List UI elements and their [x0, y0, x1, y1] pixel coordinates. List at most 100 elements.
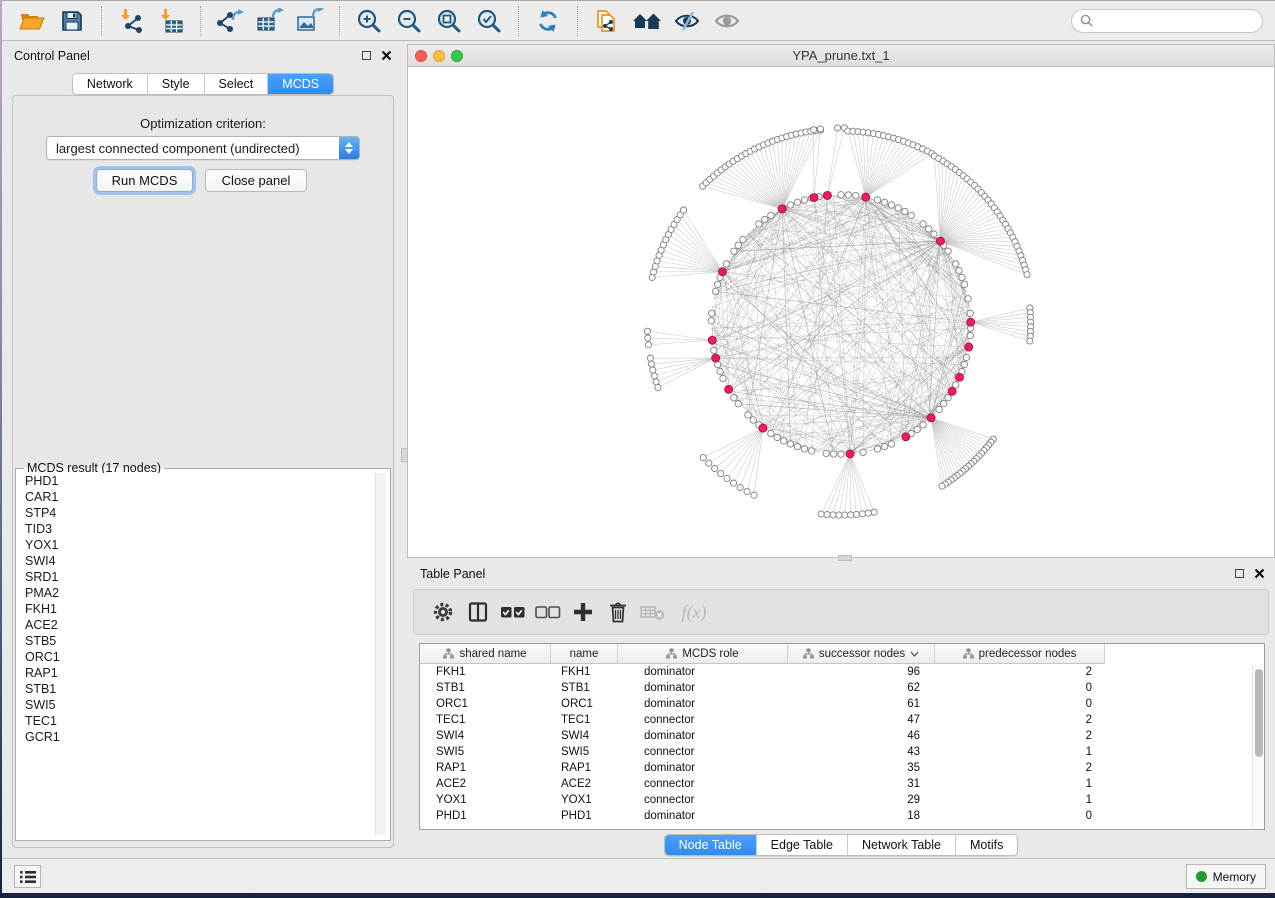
open-file-button[interactable] [17, 6, 47, 36]
network-node[interactable] [647, 355, 653, 361]
clear-table-button[interactable] [640, 599, 666, 625]
network-node[interactable] [744, 488, 750, 494]
network-node[interactable] [781, 438, 787, 444]
mcds-result-item[interactable]: STB1 [20, 681, 386, 697]
table-row[interactable]: FKH1FKH1dominator962 [420, 664, 1264, 680]
mcds-result-item[interactable]: FKH1 [20, 601, 386, 617]
network-node[interactable] [706, 460, 712, 466]
show-panels-button[interactable] [712, 6, 742, 36]
network-node[interactable] [848, 512, 854, 518]
network-node[interactable] [860, 449, 866, 455]
network-node[interactable] [737, 484, 743, 490]
mcds-result-item[interactable]: PHD1 [20, 473, 386, 489]
network-node[interactable] [653, 379, 659, 385]
export-network-button[interactable] [215, 6, 245, 36]
mcds-result-item[interactable]: ACE2 [20, 617, 386, 633]
tab-style[interactable]: Style [147, 74, 204, 94]
mcds-result-item[interactable]: SWI5 [20, 697, 386, 713]
network-node[interactable] [700, 454, 706, 460]
network-node[interactable] [823, 450, 829, 456]
select-all-button[interactable] [500, 599, 526, 625]
network-node[interactable] [961, 361, 967, 367]
memory-button[interactable]: Memory [1186, 864, 1266, 889]
float-panel-icon[interactable] [362, 51, 371, 60]
network-node[interactable] [830, 451, 836, 457]
network-node[interactable] [967, 310, 973, 316]
export-image-button[interactable] [295, 6, 325, 36]
clone-network-button[interactable] [592, 6, 622, 36]
table-row[interactable]: RAP1RAP1dominator352 [420, 760, 1264, 776]
network-hub-node[interactable] [718, 268, 726, 276]
network-canvas[interactable] [408, 67, 1274, 557]
network-node[interactable] [762, 216, 768, 222]
column-header-successor-nodes[interactable]: successor nodes [788, 644, 935, 664]
network-node[interactable] [824, 511, 830, 517]
mcds-result-item[interactable]: ORC1 [20, 649, 386, 665]
network-hub-node[interactable] [778, 205, 786, 213]
save-session-button[interactable] [57, 6, 87, 36]
import-network-button[interactable] [116, 6, 146, 36]
network-node[interactable] [881, 443, 887, 449]
network-node[interactable] [730, 480, 736, 486]
network-hub-node[interactable] [956, 373, 964, 381]
network-node[interactable] [838, 192, 844, 198]
network-node[interactable] [650, 367, 656, 373]
mcds-result-item[interactable]: STP4 [20, 505, 386, 521]
network-node[interactable] [931, 231, 937, 237]
network-node[interactable] [735, 242, 741, 248]
tab-network[interactable]: Network [73, 74, 147, 94]
deselect-all-button[interactable] [535, 599, 561, 625]
network-node[interactable] [735, 401, 741, 407]
network-node[interactable] [939, 483, 945, 489]
function-builder-button[interactable]: f(x) [675, 599, 713, 625]
network-node[interactable] [709, 310, 715, 316]
network-node[interactable] [818, 511, 824, 517]
zoom-selected-button[interactable] [474, 6, 504, 36]
network-node[interactable] [680, 207, 686, 213]
network-node[interactable] [645, 342, 651, 348]
network-node[interactable] [712, 288, 718, 294]
mcds-result-item[interactable]: SRD1 [20, 569, 386, 585]
mcds-result-item[interactable]: CAR1 [20, 489, 386, 505]
network-node[interactable] [756, 221, 762, 227]
network-node[interactable] [811, 127, 817, 133]
network-node[interactable] [1024, 272, 1030, 278]
network-node[interactable] [720, 375, 726, 381]
network-window-titlebar[interactable]: YPA_prune.txt_1 [408, 45, 1274, 67]
table-row[interactable]: PHD1PHD1dominator180 [420, 808, 1264, 824]
export-table-button[interactable] [255, 6, 285, 36]
mcds-result-item[interactable]: RAP1 [20, 665, 386, 681]
table-row[interactable]: YOX1YOX1connector291 [420, 792, 1264, 808]
network-node[interactable] [651, 373, 657, 379]
network-node[interactable] [740, 236, 746, 242]
search-input[interactable] [1099, 14, 1254, 28]
delete-row-button[interactable] [605, 599, 631, 625]
network-hub-node[interactable] [810, 194, 818, 202]
result-list-scrollbar[interactable] [375, 473, 386, 835]
network-node[interactable] [965, 296, 971, 302]
tab-mcds[interactable]: MCDS [267, 74, 333, 94]
network-node[interactable] [842, 512, 848, 518]
column-header-shared-name[interactable]: shared name [420, 644, 551, 664]
network-hub-node[interactable] [948, 387, 956, 395]
network-node[interactable] [945, 395, 951, 401]
table-row[interactable]: ORC1ORC1dominator610 [420, 696, 1264, 712]
network-node[interactable] [853, 511, 859, 517]
network-node[interactable] [751, 492, 757, 498]
tab-node-table[interactable]: Node Table [665, 835, 756, 855]
network-node[interactable] [731, 395, 737, 401]
network-node[interactable] [874, 446, 880, 452]
network-node[interactable] [956, 267, 962, 273]
network-node[interactable] [834, 125, 840, 131]
network-node[interactable] [936, 406, 942, 412]
close-table-panel-icon[interactable] [1254, 568, 1265, 579]
table-scrollbar[interactable] [1252, 665, 1264, 828]
tab-edge-table[interactable]: Edge Table [756, 835, 847, 855]
tab-network-table[interactable]: Network Table [847, 835, 955, 855]
network-node[interactable] [655, 384, 661, 390]
mcds-result-list[interactable]: PHD1CAR1STP4TID3YOX1SWI4SRD1PMA2FKH1ACE2… [20, 473, 386, 835]
network-hub-node[interactable] [936, 237, 944, 245]
hide-panels-button[interactable] [672, 6, 702, 36]
zoom-fit-button[interactable] [434, 6, 464, 36]
network-node[interactable] [774, 434, 780, 440]
